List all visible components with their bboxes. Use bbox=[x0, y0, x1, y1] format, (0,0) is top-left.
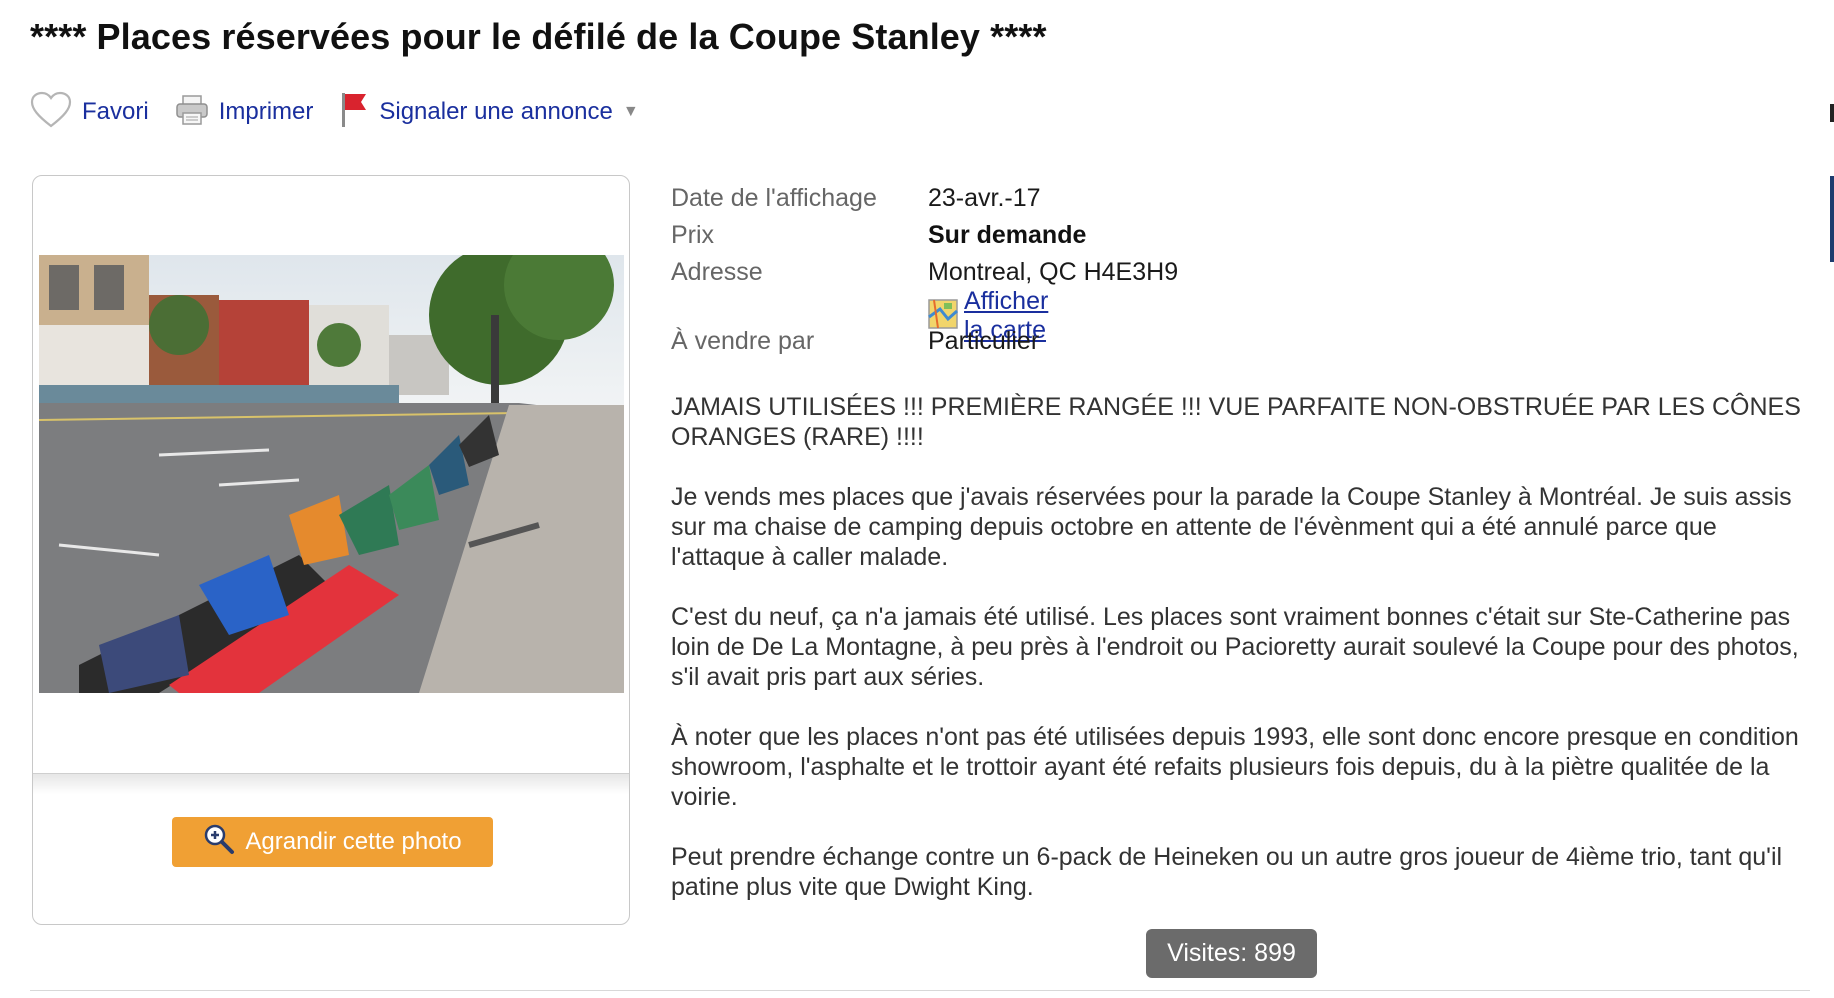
enlarge-photo-button[interactable]: Agrandir cette photo bbox=[172, 817, 493, 867]
description-paragraph: À noter que les places n'ont pas été uti… bbox=[671, 723, 1799, 811]
zoom-in-icon bbox=[203, 823, 235, 862]
print-label: Imprimer bbox=[218, 98, 314, 125]
action-bar: Favori Imprimer Signaler une annonce ▼ bbox=[30, 88, 665, 136]
favorite-button[interactable]: Favori bbox=[30, 91, 149, 134]
seller-value: Particulier bbox=[928, 327, 1040, 355]
report-label: Signaler une annonce bbox=[379, 98, 613, 125]
report-ad-dropdown[interactable]: Signaler une annonce ▼ bbox=[339, 91, 639, 134]
listing-description: JAMAIS UTILISÉES !!! PREMIÈRE RANGÉE !!!… bbox=[671, 392, 1801, 932]
chevron-down-icon: ▼ bbox=[622, 103, 639, 120]
section-divider bbox=[30, 990, 1810, 991]
address-label: Adresse bbox=[671, 258, 763, 286]
photo-divider bbox=[33, 773, 629, 794]
date-label: Date de l'affichage bbox=[671, 184, 877, 212]
seller-label: À vendre par bbox=[671, 327, 815, 355]
date-value: 23-avr.-17 bbox=[928, 184, 1041, 212]
listing-title: **** Places réservées pour le défilé de … bbox=[30, 16, 1047, 57]
heart-icon bbox=[30, 91, 72, 134]
description-paragraph: Peut prendre échange contre un 6-pack de… bbox=[671, 843, 1783, 901]
window-edge-mark bbox=[1830, 104, 1834, 122]
visits-counter-badge: Visites: 899 bbox=[1146, 929, 1317, 978]
listing-photo[interactable] bbox=[39, 255, 624, 693]
flag-icon bbox=[339, 91, 369, 134]
address-value: Montreal, QC H4E3H9 bbox=[928, 258, 1179, 286]
print-button[interactable]: Imprimer bbox=[175, 94, 314, 131]
favorite-label: Favori bbox=[82, 98, 149, 125]
scrollbar-thumb[interactable] bbox=[1830, 176, 1834, 262]
photo-panel: Agrandir cette photo bbox=[32, 175, 630, 925]
description-paragraph: Je vends mes places que j'avais réservée… bbox=[671, 483, 1792, 571]
price-value: Sur demande bbox=[928, 221, 1087, 249]
enlarge-photo-label: Agrandir cette photo bbox=[245, 828, 462, 855]
description-paragraph: C'est du neuf, ça n'a jamais été utilisé… bbox=[671, 603, 1799, 691]
price-label: Prix bbox=[671, 221, 715, 249]
description-paragraph: JAMAIS UTILISÉES !!! PREMIÈRE RANGÉE !!!… bbox=[671, 393, 1801, 451]
printer-icon bbox=[175, 94, 209, 131]
